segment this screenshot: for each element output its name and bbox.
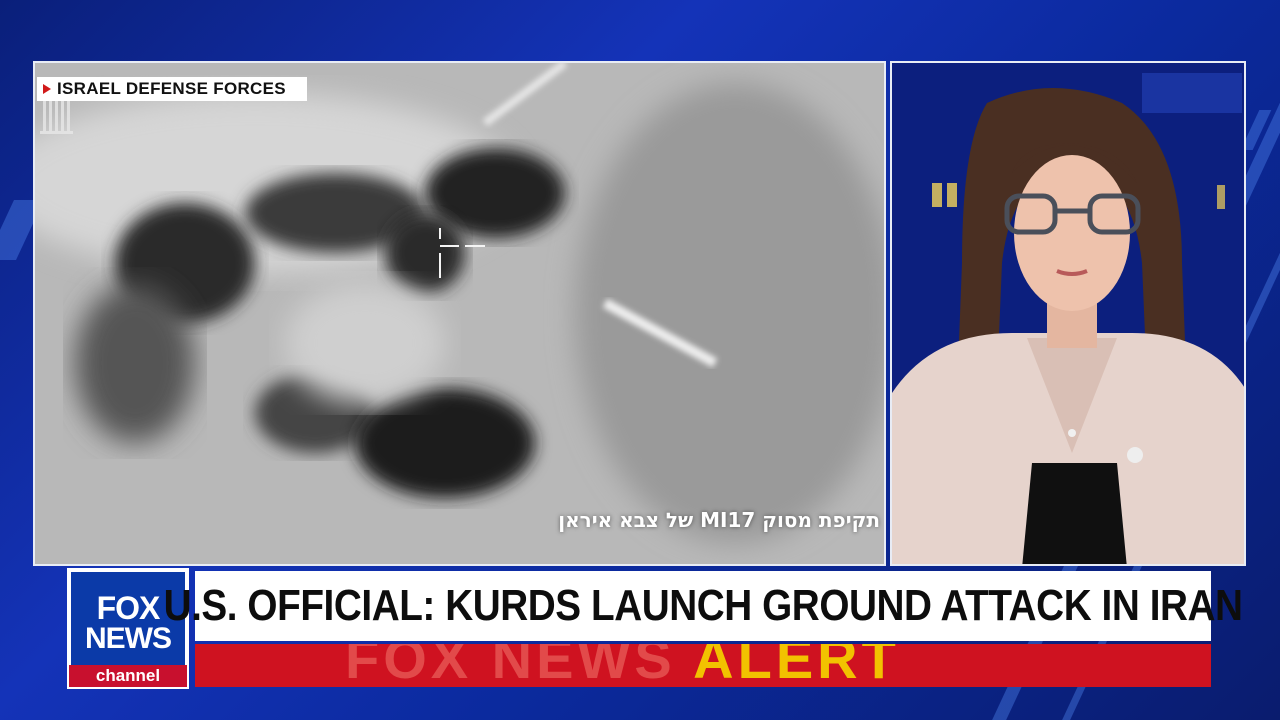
logo-channel-text: channel (69, 665, 187, 687)
alert-watermark: FOX NEWS ALERT (345, 644, 900, 687)
video-panel: ISRAEL DEFENSE FORCES תקיפת מסוק MI17 של… (33, 61, 886, 566)
alert-bar: FOX NEWS ALERT (195, 644, 1211, 687)
source-label-text: ISRAEL DEFENSE FORCES (57, 79, 286, 98)
aerial-footage (35, 63, 884, 564)
anchor-panel (890, 61, 1246, 566)
alert-network-text: FOX NEWS (345, 644, 676, 687)
play-arrow-icon (43, 84, 51, 94)
lower-third: FOX NEWS channel U.S. OFFICIAL: KURDS LA… (67, 568, 1243, 689)
headline-banner: U.S. OFFICIAL: KURDS LAUNCH GROUND ATTAC… (163, 571, 1243, 641)
idf-watermark-icon (40, 101, 73, 134)
source-label: ISRAEL DEFENSE FORCES (37, 77, 307, 101)
anchor-video (892, 63, 1244, 564)
headline-text: U.S. OFFICIAL: KURDS LAUNCH GROUND ATTAC… (163, 581, 1243, 630)
footage-caption: תקיפת מסוק MI17 של צבא איראן (558, 508, 880, 532)
alert-word-text: ALERT (693, 644, 900, 687)
